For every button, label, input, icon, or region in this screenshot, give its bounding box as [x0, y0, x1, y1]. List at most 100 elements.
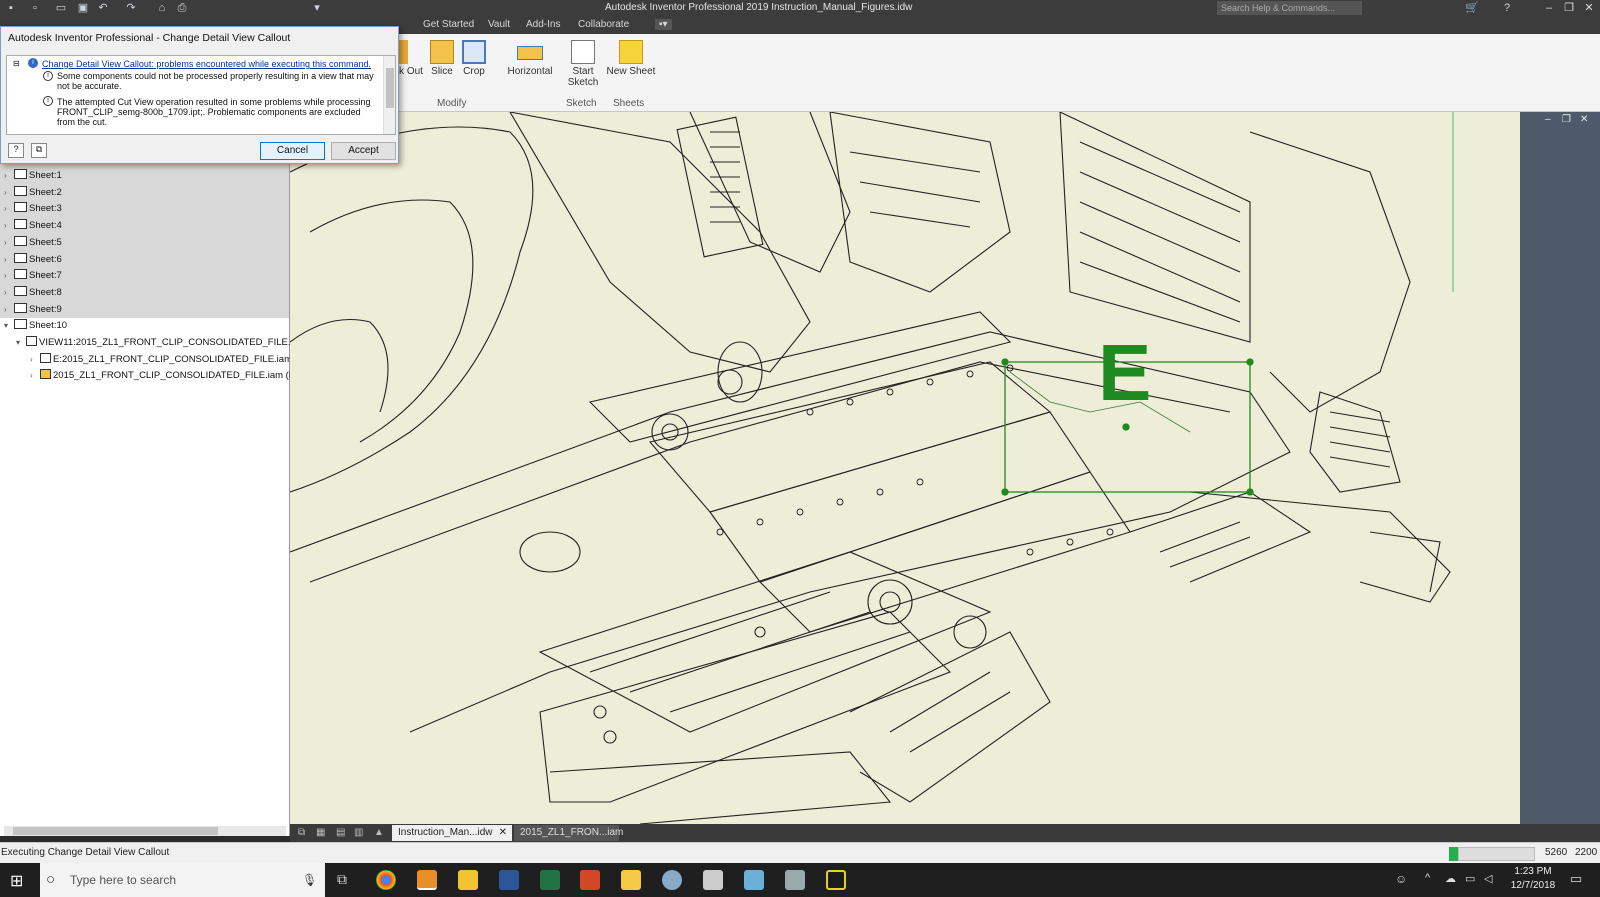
crop-button[interactable]: Crop — [460, 40, 488, 77]
volume-icon[interactable]: ◁ — [1484, 872, 1492, 885]
inventor-icon[interactable] — [417, 870, 437, 890]
open-folder-icon[interactable]: ▭ — [54, 1, 68, 15]
warning-app-icon[interactable] — [826, 870, 846, 890]
calculator-icon[interactable] — [703, 870, 723, 890]
clock-date[interactable]: 12/7/2018 — [1508, 880, 1558, 891]
tray-expand-icon[interactable]: ^ — [1425, 872, 1430, 884]
horizontal-button[interactable]: Horizontal — [503, 40, 557, 77]
sheet-node[interactable]: ▾ Sheet:10 — [4, 318, 67, 334]
undo-icon[interactable]: ↶ — [96, 1, 110, 15]
chevron-right-icon[interactable]: › — [4, 201, 14, 217]
new-file-icon[interactable]: ▫ — [28, 1, 42, 15]
chevron-right-icon[interactable]: › — [4, 285, 14, 301]
dialog-message-list[interactable]: ⊟ i Change Detail View Callout: problems… — [6, 55, 396, 135]
sheet-node[interactable]: › Sheet:4 — [4, 218, 62, 234]
copy-icon[interactable]: ⧉ — [31, 143, 47, 158]
cancel-button[interactable]: Cancel — [260, 142, 325, 160]
close-icon[interactable]: ✕ — [1580, 0, 1598, 17]
app-icon[interactable] — [744, 870, 764, 890]
collapse-icon[interactable]: ⊟ — [13, 59, 20, 69]
powerpoint-icon[interactable] — [580, 870, 600, 890]
sheet-icon — [14, 285, 27, 296]
excel-icon[interactable] — [540, 870, 560, 890]
clock-time[interactable]: 1:23 PM — [1508, 866, 1558, 877]
help-search-input[interactable]: Search Help & Commands... — [1217, 1, 1362, 15]
new-sheet-button[interactable]: New Sheet — [605, 40, 657, 77]
sheet-node[interactable]: › Sheet:6 — [4, 252, 62, 268]
assembly-node[interactable]: › 2015_ZL1_FRONT_CLIP_CONSOLIDATED_FILE.i… — [30, 368, 316, 384]
drawing-canvas[interactable]: E — [290, 112, 1520, 824]
chevron-down-icon[interactable]: ▾ — [16, 335, 26, 351]
doc-tab-active[interactable]: Instruction_Man...idw ✕ — [392, 825, 512, 841]
slice-button[interactable]: Slice — [428, 40, 456, 77]
microphone-icon[interactable]: 🎙 — [302, 863, 317, 897]
cascade-icon[interactable]: ⧉ — [292, 825, 311, 841]
save-icon[interactable]: ▣ — [76, 1, 90, 15]
tab-get-started[interactable]: Get Started — [423, 19, 474, 30]
redo-icon[interactable]: ↷ — [124, 1, 138, 15]
chevron-right-icon[interactable]: › — [4, 185, 14, 201]
tab-add-ins[interactable]: Add-Ins — [526, 19, 560, 30]
doc-restore-icon[interactable]: ❐ — [1562, 114, 1571, 125]
accept-button[interactable]: Accept — [331, 142, 396, 160]
doc-tab[interactable]: 2015_ZL1_FRON...iam — [514, 825, 623, 841]
chrome-icon[interactable] — [376, 870, 396, 890]
sheet-node[interactable]: › Sheet:3 — [4, 201, 62, 217]
help-icon[interactable]: ? — [1500, 1, 1514, 15]
sheet-node[interactable]: › Sheet:8 — [4, 285, 62, 301]
file-explorer-icon[interactable] — [621, 870, 641, 890]
sheet-node[interactable]: › Sheet:9 — [4, 302, 62, 318]
word-icon[interactable] — [499, 870, 519, 890]
chevron-right-icon[interactable]: › — [4, 252, 14, 268]
chevron-right-icon[interactable]: › — [4, 302, 14, 318]
home-icon[interactable]: ⌂ — [155, 1, 169, 15]
tab-list-icon[interactable]: ▲ — [368, 825, 390, 841]
chevron-right-icon[interactable]: › — [4, 218, 14, 234]
scrollbar-thumb[interactable] — [13, 827, 218, 835]
task-view-icon[interactable]: ⧉ — [337, 871, 347, 888]
doc-minimize-icon[interactable]: – — [1545, 114, 1551, 125]
minimize-icon[interactable]: – — [1540, 0, 1558, 17]
start-sketch-button[interactable]: Start Sketch — [565, 40, 601, 88]
people-icon[interactable]: ☺ — [1395, 872, 1407, 886]
app-icon[interactable] — [662, 870, 682, 890]
chevron-right-icon[interactable]: › — [30, 368, 40, 384]
sheet-node[interactable]: › Sheet:1 — [4, 168, 62, 184]
help-icon[interactable]: ? — [8, 143, 24, 158]
detail-view-node[interactable]: › E:2015_ZL1_FRONT_CLIP_CONSOLIDATED_FILE… — [30, 352, 292, 368]
chevron-down-icon[interactable]: ▾ — [4, 318, 14, 334]
dialog-header-link[interactable]: Change Detail View Callout: problems enc… — [42, 59, 371, 69]
restore-icon[interactable]: ❐ — [1560, 0, 1578, 17]
sheet-node[interactable]: › Sheet:5 — [4, 235, 62, 251]
tile-icon[interactable]: ▦ — [310, 825, 331, 841]
dialog-scrollbar[interactable] — [383, 56, 395, 134]
sheet-node[interactable]: › Sheet:7 — [4, 268, 62, 284]
detail-callout-label[interactable]: E — [1098, 328, 1151, 417]
chevron-right-icon[interactable]: › — [4, 268, 14, 284]
cart-icon[interactable]: 🛒 — [1465, 1, 1479, 15]
print-icon[interactable]: ⎙ — [175, 1, 189, 15]
windows-start-icon[interactable]: ⊞ — [10, 871, 23, 891]
ribbon-options-icon[interactable]: ▪▾ — [655, 19, 672, 30]
tab-collaborate[interactable]: Collaborate — [578, 19, 629, 30]
chevron-right-icon[interactable]: › — [4, 168, 14, 184]
taskbar-search-box[interactable]: ○ Type here to search 🎙 — [40, 863, 325, 897]
chevron-right-icon[interactable]: › — [30, 352, 40, 368]
browser-horizontal-scrollbar[interactable] — [4, 826, 286, 836]
app-icon[interactable] — [785, 870, 805, 890]
customize-qat-icon[interactable]: ▾ — [310, 1, 324, 15]
app-menu-icon[interactable]: ▪ — [4, 1, 18, 15]
chevron-right-icon[interactable]: › — [4, 235, 14, 251]
vault-icon[interactable] — [458, 870, 478, 890]
doc-tab-close-icon[interactable]: ✕ — [499, 825, 507, 841]
network-icon[interactable]: ▭ — [1465, 872, 1475, 885]
notifications-icon[interactable]: ▭ — [1570, 871, 1582, 887]
onedrive-icon[interactable]: ☁ — [1445, 872, 1456, 885]
tab-vault[interactable]: Vault — [488, 19, 510, 30]
view-node[interactable]: ▾ VIEW11:2015_ZL1_FRONT_CLIP_CONSOLIDATED… — [16, 335, 306, 351]
sheet-node[interactable]: › Sheet:2 — [4, 185, 62, 201]
break-out-button[interactable]: k Out — [398, 40, 424, 77]
doc-close-icon[interactable]: ✕ — [1580, 114, 1588, 125]
arrange-vertical-icon[interactable]: ▥ — [348, 825, 369, 841]
dialog-scrollbar-thumb[interactable] — [386, 68, 394, 108]
